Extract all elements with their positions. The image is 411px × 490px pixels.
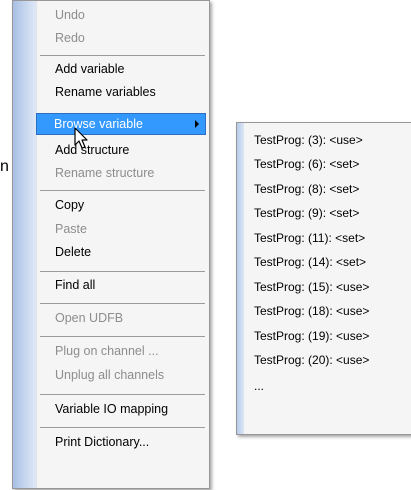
menu-item-copy[interactable]: Copy (37, 194, 207, 216)
menu-separator (40, 394, 205, 395)
submenu-item-reference[interactable]: TestProg: (19): <use> (247, 325, 407, 347)
menu-item-add-variable[interactable]: Add variable (37, 58, 207, 80)
mouse-cursor-icon (74, 127, 88, 149)
menu-item-rename-structure[interactable]: Rename structure (37, 162, 207, 184)
submenu-item-reference[interactable]: TestProg: (15): <use> (247, 276, 407, 298)
menu-item-delete[interactable]: Delete (37, 241, 207, 263)
menu-item-browse-variable-label: Browse variable (54, 117, 143, 131)
context-menu: Undo Redo Add variable Rename variables … (12, 0, 210, 489)
submenu-item-reference[interactable]: TestProg: (3): <use> (247, 129, 407, 151)
menu-item-find-all[interactable]: Find all (37, 274, 207, 296)
menu-separator (40, 190, 205, 191)
submenu-item-reference[interactable]: TestProg: (20): <use> (247, 349, 407, 371)
submenu-arrow-icon (195, 120, 199, 128)
submenu-item-reference[interactable]: TestProg: (6): <set> (247, 153, 407, 175)
menu-item-print-dictionary[interactable]: Print Dictionary... (37, 431, 207, 453)
menu-item-paste[interactable]: Paste (37, 218, 207, 240)
submenu-item-reference[interactable]: TestProg: (18): <use> (247, 300, 407, 322)
submenu-gutter (237, 123, 244, 434)
menu-separator (40, 271, 205, 272)
menu-item-undo[interactable]: Undo (37, 4, 207, 26)
menu-item-open-udfb[interactable]: Open UDFB (37, 307, 207, 329)
menu-separator (40, 427, 205, 428)
menu-item-add-structure[interactable]: Add structure (37, 139, 207, 161)
menu-item-redo[interactable]: Redo (37, 27, 207, 49)
submenu-item-reference[interactable]: TestProg: (8): <set> (247, 178, 407, 200)
menu-icon-gutter (13, 1, 36, 488)
browse-variable-submenu: TestProg: (3): <use> TestProg: (6): <set… (236, 122, 411, 435)
menu-item-rename-variables[interactable]: Rename variables (37, 81, 207, 103)
menu-separator (40, 303, 205, 304)
menu-item-unplug-all-channels[interactable]: Unplug all channels (37, 364, 207, 386)
submenu-item-reference[interactable]: TestProg: (14): <set> (247, 251, 407, 273)
menu-separator (40, 55, 205, 56)
submenu-item-reference[interactable]: TestProg: (9): <set> (247, 202, 407, 224)
menu-item-variable-io-mapping[interactable]: Variable IO mapping (37, 398, 207, 420)
submenu-item-reference[interactable]: TestProg: (11): <set> (247, 227, 407, 249)
submenu-item-more[interactable]: ... (247, 375, 407, 397)
menu-item-browse-variable[interactable]: Browse variable (36, 113, 206, 135)
menu-separator (40, 336, 205, 337)
menu-item-plug-on-channel[interactable]: Plug on channel ... (37, 340, 207, 362)
